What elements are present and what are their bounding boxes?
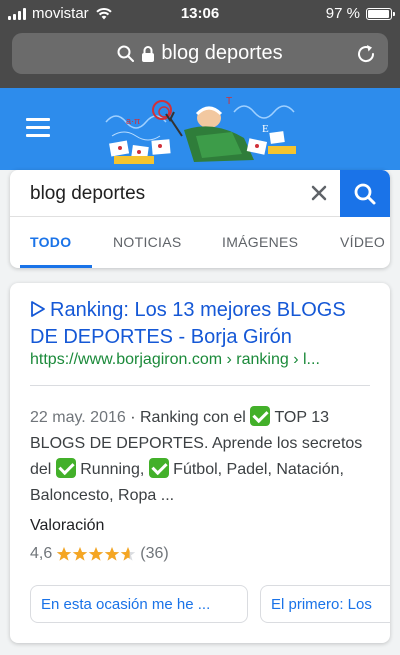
- rating-value: 4,6: [30, 545, 53, 562]
- tab-todo[interactable]: TODO: [30, 234, 71, 250]
- tab-imagenes[interactable]: IMÁGENES: [222, 234, 298, 250]
- star-rating: [56, 546, 136, 562]
- active-tab-indicator: [20, 265, 92, 268]
- tab-video[interactable]: VÍDEO: [340, 234, 385, 250]
- status-bar: movistar 13:06 97 %: [0, 0, 400, 28]
- sitelink-chip[interactable]: En esta ocasión me he ...: [30, 585, 248, 623]
- search-icon: [117, 45, 135, 62]
- star-icon: [89, 547, 104, 561]
- check-icon: [250, 406, 271, 426]
- star-icon: [105, 547, 120, 561]
- search-box[interactable]: blog deportes: [10, 170, 390, 217]
- result-card: Ranking: Los 13 mejores BLOGS DE DEPORTE…: [10, 283, 390, 643]
- snippet-text: · Ranking con el: [125, 409, 251, 426]
- star-icon: [73, 547, 88, 561]
- svg-text:E: E: [262, 123, 269, 135]
- search-input[interactable]: blog deportes: [30, 183, 145, 205]
- reload-icon[interactable]: [354, 42, 378, 66]
- lock-icon: [142, 45, 155, 62]
- url-query: blog deportes: [161, 42, 283, 64]
- browser-chrome: movistar 13:06 97 % blog deportes: [0, 0, 400, 88]
- search-card: blog deportes TODO NOTICIAS IMÁGENES VÍD…: [10, 170, 390, 268]
- result-title: Ranking: Los 13 mejores BLOGS DE DEPORTE…: [30, 299, 346, 348]
- google-doodle[interactable]: a·π T E: [104, 92, 300, 168]
- star-icon: [121, 547, 136, 561]
- snippet-text: Running,: [75, 461, 149, 478]
- rating-count: (36): [140, 545, 169, 562]
- search-icon: [354, 183, 376, 205]
- battery-percent: 97 %: [325, 5, 360, 22]
- check-icon: [148, 458, 169, 478]
- result-title-link[interactable]: Ranking: Los 13 mejores BLOGS DE DEPORTE…: [30, 297, 375, 351]
- rating-row: 4,6 (36): [30, 545, 169, 563]
- result-snippet: 22 may. 2016 · Ranking con el TOP 13 BLO…: [30, 405, 375, 509]
- url-content: blog deportes: [12, 33, 388, 74]
- status-right: 97 %: [325, 5, 395, 22]
- divider: [30, 385, 370, 386]
- search-button[interactable]: [340, 170, 390, 217]
- svg-text:T: T: [226, 96, 232, 107]
- tab-noticias[interactable]: NOTICIAS: [113, 234, 182, 250]
- battery-icon: [366, 7, 395, 20]
- result-url[interactable]: https://www.borjagiron.com › ranking › l…: [30, 351, 375, 369]
- star-icon: [57, 547, 72, 561]
- sitelink-chip[interactable]: El primero: Los: [260, 585, 390, 623]
- snippet-date: 22 may. 2016: [30, 409, 126, 426]
- google-header: a·π T E: [0, 88, 400, 170]
- close-icon[interactable]: [308, 182, 330, 204]
- check-icon: [55, 458, 76, 478]
- rating-label: Valoración: [30, 517, 105, 534]
- svg-text:a·π: a·π: [126, 116, 140, 126]
- battery-fill: [368, 9, 390, 18]
- url-bar[interactable]: blog deportes: [12, 33, 388, 74]
- hamburger-icon[interactable]: [26, 118, 50, 138]
- amp-icon: [31, 301, 45, 317]
- search-tabs: TODO NOTICIAS IMÁGENES VÍDEO: [10, 217, 390, 268]
